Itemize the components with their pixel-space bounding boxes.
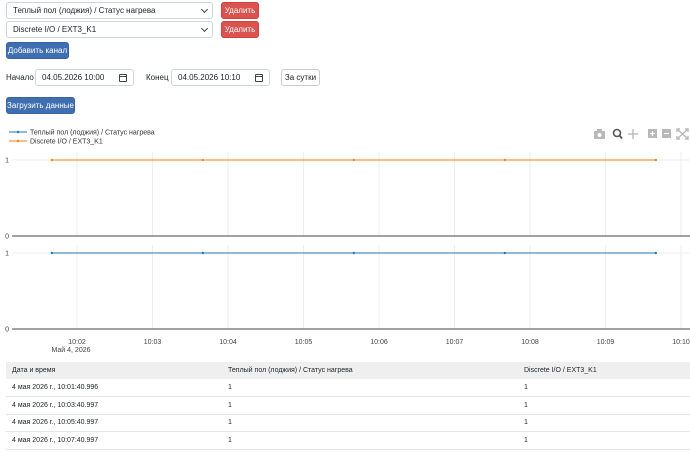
delete-channel-2-button[interactable]: Удалить xyxy=(221,21,259,38)
column-header-datetime: Дата и время xyxy=(6,362,222,379)
add-channel-button[interactable]: Добавить канал xyxy=(6,42,69,59)
cell-channel-1: 1 xyxy=(222,379,518,397)
y-tick-label: 1 xyxy=(5,158,9,165)
end-date-input[interactable]: 04.05.2026 10:10 xyxy=(171,69,270,86)
last-day-button[interactable]: За сутки xyxy=(281,69,320,86)
cell-channel-1: 1 xyxy=(222,414,518,432)
end-label: Конец xyxy=(146,73,169,82)
cell-channel-1: 1 xyxy=(222,396,518,415)
column-header-channel-1: Теплый пол (лоджия) / Статус нагрева xyxy=(222,362,518,379)
data-point xyxy=(654,158,658,162)
start-date-value: 04.05.2026 10:00 xyxy=(42,73,105,82)
data-point xyxy=(654,251,658,255)
cell-datetime: 4 мая 2026 г., 10:07:40.997 xyxy=(6,431,222,450)
x-tick-label: 10:04 xyxy=(219,339,237,346)
table-header-row: Дата и время Теплый пол (лоджия) / Стату… xyxy=(6,362,690,379)
data-table: Дата и время Теплый пол (лоджия) / Стату… xyxy=(6,362,690,450)
table-row: 4 мая 2026 г., 10:05:40.997 1 1 xyxy=(6,414,690,432)
x-tick-label: 10:07 xyxy=(446,339,464,346)
data-point xyxy=(503,158,507,162)
cell-channel-1: 1 xyxy=(222,431,518,450)
y-tick-label: 0 xyxy=(5,234,9,241)
cell-channel-2: 1 xyxy=(518,396,690,415)
cell-datetime: 4 мая 2026 г., 10:03:40.997 xyxy=(6,396,222,415)
channel-select-1-value: Теплый пол (лоджия) / Статус нагрева xyxy=(13,6,156,15)
data-point xyxy=(503,251,507,255)
chevron-down-icon xyxy=(200,24,209,33)
data-point xyxy=(352,251,356,255)
channel-select-2-value: Discrete I/O / EXT3_K1 xyxy=(13,25,97,34)
table-row: 4 мая 2026 г., 10:01:40.996 1 1 xyxy=(6,379,690,397)
chevron-down-icon xyxy=(200,5,209,14)
y-tick-label: 0 xyxy=(5,327,9,334)
legend-label: Discrete I/O / EXT3_K1 xyxy=(30,139,103,146)
x-tick-label: 10:02 xyxy=(68,339,86,346)
data-point xyxy=(50,251,54,255)
x-tick-label: 10:09 xyxy=(597,339,615,346)
data-point xyxy=(201,251,205,255)
cell-datetime: 4 мая 2026 г., 10:01:40.996 xyxy=(6,379,222,397)
channel-select-2[interactable]: Discrete I/O / EXT3_K1 xyxy=(6,21,213,38)
x-tick-date-label: Май 4, 2026 xyxy=(51,346,90,354)
calendar-icon[interactable] xyxy=(119,74,127,82)
legend-marker xyxy=(16,139,20,143)
data-point xyxy=(352,158,356,162)
x-tick-label: 10:10 xyxy=(672,339,690,346)
x-tick-label: 10:08 xyxy=(521,339,539,346)
delete-channel-1-button[interactable]: Удалить xyxy=(221,2,259,19)
data-point xyxy=(201,158,205,162)
end-date-value: 04.05.2026 10:10 xyxy=(178,73,241,82)
channel-select-1[interactable]: Теплый пол (лоджия) / Статус нагрева xyxy=(6,2,213,19)
cell-channel-2: 1 xyxy=(518,431,690,450)
table-row: 4 мая 2026 г., 10:03:40.997 1 1 xyxy=(6,396,690,415)
y-tick-label: 1 xyxy=(5,251,9,258)
x-tick-label: 10:06 xyxy=(370,339,388,346)
cell-channel-2: 1 xyxy=(518,414,690,432)
chart: Теплый пол (лоджия) / Статус нагрева Disc… xyxy=(5,129,690,354)
x-tick-label: 10:05 xyxy=(295,339,313,346)
column-header-channel-2: Discrete I/O / EXT3_K1 xyxy=(518,362,690,379)
table-row: 4 мая 2026 г., 10:07:40.997 1 1 xyxy=(6,431,690,450)
start-date-input[interactable]: 04.05.2026 10:00 xyxy=(35,69,134,86)
start-label: Начало xyxy=(6,73,34,82)
calendar-icon[interactable] xyxy=(255,74,263,82)
load-data-button[interactable]: Загрузить данные xyxy=(6,97,75,114)
x-tick-label: 10:03 xyxy=(144,339,162,346)
legend-label: Теплый пол (лоджия) / Статус нагрева xyxy=(30,129,155,137)
data-point xyxy=(50,158,54,162)
cell-channel-2: 1 xyxy=(518,379,690,397)
cell-datetime: 4 мая 2026 г., 10:05:40.997 xyxy=(6,414,222,432)
legend-marker xyxy=(16,130,20,134)
